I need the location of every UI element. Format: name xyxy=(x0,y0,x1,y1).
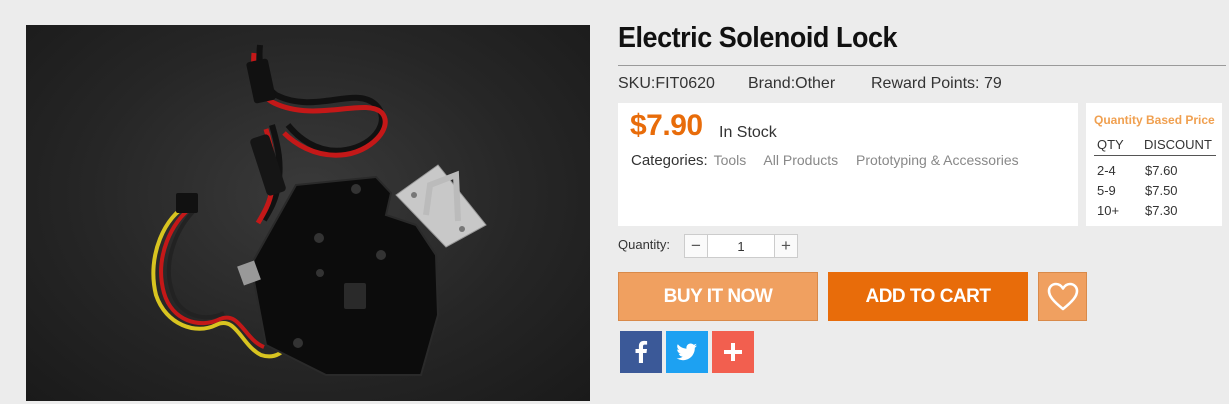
quantity-price-table: Quantity Based Price QTY DISCOUNT 2-4 $7… xyxy=(1086,103,1222,226)
product-title: Electric Solenoid Lock xyxy=(618,22,898,54)
twitter-icon xyxy=(676,343,697,361)
qty-range: 2-4 xyxy=(1097,163,1116,178)
quantity-label: Quantity: xyxy=(618,237,671,252)
reward-points: Reward Points: 79 xyxy=(871,75,1002,92)
add-to-cart-button[interactable]: ADD TO CART xyxy=(828,272,1028,321)
wishlist-button[interactable] xyxy=(1038,272,1087,321)
heart-icon xyxy=(1047,282,1079,311)
facebook-icon xyxy=(635,340,648,363)
quantity-price-title: Quantity Based Price xyxy=(1094,113,1215,127)
qty-range: 10+ xyxy=(1097,203,1120,218)
qty-range: 5-9 xyxy=(1097,183,1116,198)
category-link-all-products[interactable]: All Products xyxy=(763,152,838,168)
quantity-input[interactable] xyxy=(708,235,774,257)
quantity-stepper: − + xyxy=(684,234,798,258)
product-sku: SKU:FIT0620 xyxy=(618,75,715,92)
qty-column-header: QTY xyxy=(1097,137,1124,152)
category-link-prototyping[interactable]: Prototyping & Accessories xyxy=(856,152,1019,168)
categories-label: Categories: xyxy=(631,152,708,169)
categories: Categories: Tools All Products Prototypi… xyxy=(631,152,1033,169)
product-image[interactable] xyxy=(26,25,590,401)
plus-icon xyxy=(724,343,742,361)
quantity-decrement-button[interactable]: − xyxy=(685,235,708,257)
discount-price: $7.50 xyxy=(1145,183,1178,198)
product-brand: Brand:Other xyxy=(748,75,836,92)
discount-price: $7.30 xyxy=(1145,203,1178,218)
discount-price: $7.60 xyxy=(1145,163,1178,178)
share-facebook-button[interactable] xyxy=(620,331,662,373)
product-price: $7.90 xyxy=(630,109,703,142)
table-divider xyxy=(1094,155,1216,156)
share-more-button[interactable] xyxy=(712,331,754,373)
share-twitter-button[interactable] xyxy=(666,331,708,373)
category-link-tools[interactable]: Tools xyxy=(714,152,747,168)
title-divider xyxy=(618,65,1226,66)
buy-now-button[interactable]: BUY IT NOW xyxy=(618,272,818,321)
price-panel: $7.90 In Stock Categories: Tools All Pro… xyxy=(618,103,1078,226)
stock-status: In Stock xyxy=(719,124,777,141)
discount-column-header: DISCOUNT xyxy=(1144,137,1212,152)
quantity-increment-button[interactable]: + xyxy=(774,235,797,257)
